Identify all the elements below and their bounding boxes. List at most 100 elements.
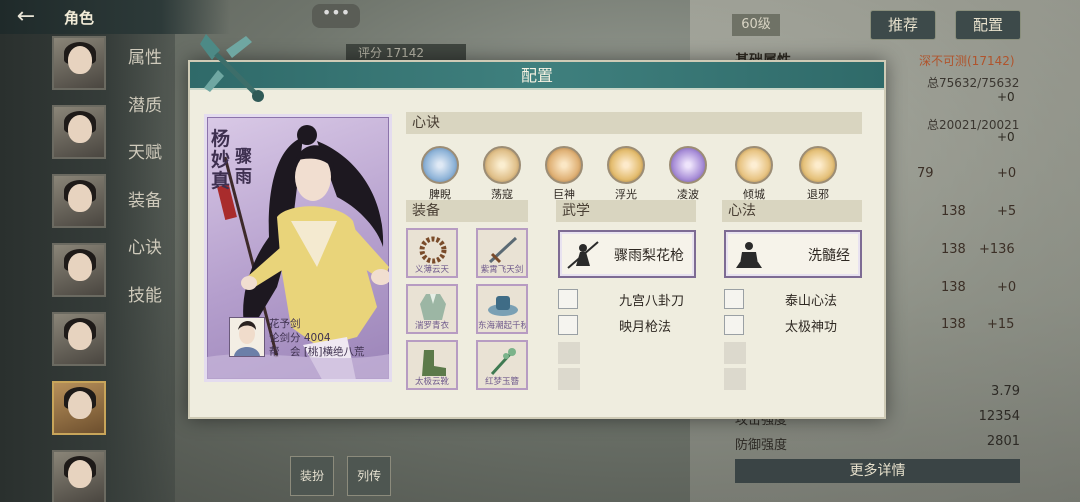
stat-value: 138 <box>941 204 966 219</box>
rank-label: 深不可测(17142) <box>919 54 1015 68</box>
xinjue-item[interactable]: 凌波 <box>660 146 716 202</box>
equipment-name: 义薄云天 <box>414 265 449 275</box>
equipment-slot[interactable]: 湍罗青衣 <box>406 284 458 334</box>
xinjue-orb-icon <box>483 146 521 184</box>
skill-icon <box>724 289 744 309</box>
hat-icon <box>488 296 518 316</box>
player-name: 花予剑 <box>269 318 301 330</box>
skill-name: 泰山心法 <box>785 294 838 309</box>
martial-skill-item[interactable]: 映月枪法 <box>558 314 698 336</box>
xinjue-orb-icon <box>669 146 707 184</box>
xinjue-item[interactable]: 巨神 <box>536 146 592 202</box>
skill-name: 九宫八卦刀 <box>619 294 685 309</box>
xinjue-orb-icon <box>421 146 459 184</box>
config-button[interactable]: 配置 <box>955 10 1021 40</box>
skill-name: 映月枪法 <box>619 320 672 335</box>
tab-equipment[interactable]: 装备 <box>128 189 162 237</box>
equipment-name: 东海潮起千秋 <box>478 321 526 331</box>
stat-row: 防御强度 2801 <box>735 434 1020 459</box>
chat-bubble-button[interactable]: ••• <box>312 4 360 28</box>
character-name: 杨妙真 <box>211 128 231 192</box>
hp-total: 总75632/75632 <box>927 76 1020 90</box>
xinjue-item[interactable]: 倾城 <box>726 146 782 202</box>
skill-name: 太极神功 <box>785 320 838 335</box>
tab-attributes[interactable]: 属性 <box>128 46 162 94</box>
recommend-button[interactable]: 推荐 <box>870 10 936 40</box>
character-avatar-selected[interactable] <box>52 381 106 435</box>
back-button[interactable]: ← <box>6 4 46 30</box>
hairpin-icon <box>490 348 516 376</box>
character-avatar[interactable] <box>52 174 106 228</box>
equipment-slot[interactable]: 东海潮起千秋 <box>476 284 528 334</box>
modal-title: 配置 <box>190 62 884 90</box>
character-list <box>52 36 108 502</box>
wuxue-header: 武学 <box>556 200 696 222</box>
stat-delta: +15 <box>987 317 1015 332</box>
empty-skill-slot[interactable] <box>724 342 746 364</box>
equipment-slot[interactable]: 红梦玉簪 <box>476 340 528 390</box>
biography-button[interactable]: 列传 <box>347 456 392 496</box>
equipment-name: 湍罗青衣 <box>414 321 449 331</box>
stat-number: 79 <box>917 166 934 181</box>
equipment-name: 红梦玉簪 <box>484 377 519 387</box>
skill-icon <box>558 289 578 309</box>
equipment-name: 紫霄飞天剑 <box>480 265 524 275</box>
beads-icon <box>419 236 447 264</box>
player-avatar[interactable] <box>229 317 265 357</box>
main-martial-skill-name: 骤雨梨花枪 <box>614 248 684 264</box>
martial-skill-item[interactable]: 九宫八卦刀 <box>558 288 698 310</box>
equipment-slot[interactable]: 太极云靴 <box>406 340 458 390</box>
top-bar: ← 角色 <box>0 0 230 34</box>
xinjue-item[interactable]: 荡寇 <box>474 146 530 202</box>
equipment-slot[interactable]: 紫霄飞天剑 <box>476 228 528 278</box>
equipment-slot[interactable]: 义薄云天 <box>406 228 458 278</box>
sword-hilt-decoration-icon <box>200 34 264 102</box>
spear-stance-icon <box>567 241 599 269</box>
player-score: 论剑分 4004 <box>269 332 331 344</box>
heart-skill-item[interactable]: 太极神功 <box>724 314 864 336</box>
character-avatar[interactable] <box>52 450 106 502</box>
stat-delta: +0 <box>997 166 1017 181</box>
main-heart-skill-name: 洗髓经 <box>808 248 850 264</box>
xinjue-orb-icon <box>799 146 837 184</box>
tab-talent[interactable]: 天赋 <box>128 141 162 189</box>
xinjue-orb-icon <box>545 146 583 184</box>
heart-skill-item[interactable]: 泰山心法 <box>724 288 864 310</box>
character-avatar[interactable] <box>52 312 106 366</box>
empty-skill-slot[interactable] <box>558 342 580 364</box>
stat-delta: +5 <box>997 204 1017 219</box>
xinjue-list: 脾睨 荡寇 巨神 浮光 凌波 倾城 退邪 <box>412 146 852 202</box>
equipment-name: 太极云靴 <box>414 377 449 387</box>
player-info: 花予剑 论剑分 4004 帮 会 [桃]横绝八荒 <box>269 317 365 359</box>
hp-delta: +0 <box>997 90 1015 104</box>
level-badge: 60级 <box>732 14 780 36</box>
more-details-button[interactable]: 更多详情 <box>735 459 1020 483</box>
skill-icon <box>558 315 578 335</box>
character-avatar[interactable] <box>52 243 106 297</box>
character-avatar[interactable] <box>52 36 106 90</box>
xinfa-header: 心法 <box>722 200 862 222</box>
character-avatar[interactable] <box>52 105 106 159</box>
skill-icon <box>724 315 744 335</box>
main-heart-skill[interactable]: 洗髓经 <box>724 230 862 278</box>
main-martial-skill[interactable]: 骤雨梨花枪 <box>558 230 696 278</box>
empty-skill-slot[interactable] <box>724 368 746 390</box>
stat-value: 138 <box>941 242 966 257</box>
bottom-icons: 装扮 列传 <box>290 456 399 496</box>
page-title: 角色 <box>64 9 95 27</box>
sword-icon <box>488 236 518 264</box>
tab-potential[interactable]: 潜质 <box>128 94 162 142</box>
xinjue-header: 心诀 <box>406 112 862 134</box>
xinjue-item[interactable]: 浮光 <box>598 146 654 202</box>
player-guild: 帮 会 [桃]横绝八荒 <box>269 346 365 358</box>
empty-skill-slot[interactable] <box>558 368 580 390</box>
tab-skills[interactable]: 技能 <box>128 284 162 332</box>
stat-value: 12354 <box>978 409 1020 424</box>
xinjue-item[interactable]: 脾睨 <box>412 146 468 202</box>
xinjue-item[interactable]: 退邪 <box>790 146 846 202</box>
dress-up-button[interactable]: 装扮 <box>290 456 334 496</box>
sidebar-tabs: 属性 潜质 天赋 装备 心诀 技能 <box>128 46 162 331</box>
stat-value: 138 <box>941 317 966 332</box>
tab-xinjue[interactable]: 心诀 <box>128 236 162 284</box>
stat-value: 138 <box>941 280 966 295</box>
